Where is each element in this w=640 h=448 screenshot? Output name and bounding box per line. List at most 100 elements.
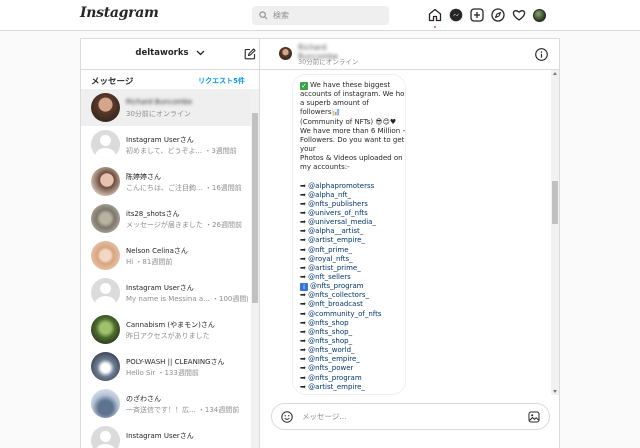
arrow-icon: ➡ bbox=[300, 254, 309, 263]
image-upload-icon[interactable] bbox=[528, 411, 540, 423]
messages-header: メッセージ リクエスト5件 bbox=[81, 70, 259, 88]
message-mention-link[interactable]: ➡ @community_of_nfts bbox=[300, 310, 400, 319]
compose-icon[interactable] bbox=[244, 48, 256, 60]
message-line-text: followers📊 bbox=[300, 108, 341, 117]
thread-avatar bbox=[91, 167, 120, 196]
messenger-icon[interactable] bbox=[449, 8, 463, 22]
arrow-icon: ➡ bbox=[300, 199, 309, 208]
message-line-text: @nfts_shop bbox=[308, 318, 349, 327]
message-mention-link[interactable]: ➡ @nfts_power bbox=[300, 364, 400, 373]
message-mention-link[interactable]: ➡ @nfts_publishers bbox=[300, 200, 400, 209]
heart-icon[interactable] bbox=[512, 8, 526, 22]
arrow-icon: ➡ bbox=[300, 327, 309, 336]
thread-name: Instagram Userさん bbox=[126, 432, 194, 440]
message-line-text: @nfts_world_ bbox=[308, 346, 355, 355]
scroll-up-arrow-icon[interactable] bbox=[553, 72, 557, 75]
message-mention-link[interactable]: ➡ @univers_of_nfts bbox=[300, 209, 400, 218]
message-line-text: @alphapromoterss bbox=[308, 181, 375, 190]
thread-name: its28_shotsさん bbox=[126, 210, 180, 218]
message-line-text: @nfts_collectors_ bbox=[308, 291, 369, 300]
message-mention-link[interactable]: ➡ @nft_prime_ bbox=[300, 246, 400, 255]
thread-item[interactable]: POLY-WASH || CLEANINGさん Hello Sir ・133週間… bbox=[81, 348, 251, 385]
search-input[interactable] bbox=[273, 11, 383, 20]
message-line-text: @community_of_nfts bbox=[308, 309, 382, 318]
account-name: deltaworks bbox=[135, 48, 189, 58]
message-mention-link[interactable]: ➡ @nfts_empire_ bbox=[300, 355, 400, 364]
thread-item[interactable]: Nelson Celinaさん Hi ・81週間前 bbox=[81, 237, 251, 274]
thread-avatar bbox=[91, 130, 120, 159]
message-mention-link[interactable]: ➡ @nfts_shop_ bbox=[300, 328, 400, 337]
thread-name: Richard Buncombe bbox=[126, 98, 193, 106]
scroll-down-arrow-icon[interactable] bbox=[553, 390, 557, 393]
contact-avatar[interactable] bbox=[279, 47, 292, 60]
arrow-icon: ➡ bbox=[300, 190, 309, 199]
message-mention-link[interactable]: ➡ @nfts_shop_ bbox=[300, 337, 400, 346]
thread-item[interactable]: 陈婷婷さん こんにちは、ご注目鉤... ・16週間前 bbox=[81, 163, 251, 200]
message-line-text: my accounts:- bbox=[300, 163, 350, 172]
instagram-logo[interactable]: Instagram bbox=[80, 5, 159, 21]
arrow-icon: ➡ bbox=[300, 263, 309, 272]
thread-preview: Hi ・81週間前 bbox=[126, 258, 173, 266]
thread-scrollbar[interactable] bbox=[251, 89, 259, 448]
conversation-pane: Richard Buncombe 30分前にオンライン ✓ We have the… bbox=[260, 39, 560, 448]
explore-icon[interactable] bbox=[491, 8, 505, 22]
message-mention-link[interactable]: ➡ @royal_nfts_ bbox=[300, 255, 400, 264]
thread-item[interactable]: Instagram Userさん bbox=[81, 422, 251, 448]
message-mention-link[interactable]: ➡ @nft_broadcast bbox=[300, 300, 400, 309]
conversation-scrollbar[interactable] bbox=[551, 70, 559, 395]
thread-item[interactable]: Instagram Userさん My name is Messina a...… bbox=[81, 274, 251, 311]
new-post-icon[interactable] bbox=[470, 8, 484, 22]
message-mention-link[interactable]: ➡ @nfts_world_ bbox=[300, 346, 400, 355]
arrow-icon: ➡ bbox=[300, 346, 309, 355]
thread-item[interactable]: Richard Buncombe 30分前にオンライン bbox=[81, 89, 251, 126]
arrow-icon: ➡ bbox=[300, 364, 309, 373]
message-text-line: Photos & Videos uploaded on bbox=[300, 154, 403, 163]
message-line-text: (Community of NFTs) 😎😊♥ bbox=[300, 117, 397, 126]
message-text-line: accounts of instagram. We hold bbox=[300, 90, 405, 99]
home-icon[interactable] bbox=[428, 8, 442, 28]
message-mention-link[interactable]: ➡ @nfts_shop bbox=[300, 319, 400, 328]
message-line-text: @nft_sellers bbox=[308, 272, 351, 281]
contact-name[interactable]: Richard Buncombe bbox=[298, 43, 362, 61]
message-mention-link[interactable]: ➡ @artist_prime_ bbox=[300, 264, 400, 273]
message-text-line: your bbox=[300, 145, 400, 154]
arrow-icon: ➡ bbox=[300, 382, 309, 391]
message-mention-link[interactable]: ➡ @artist_empire_ bbox=[300, 236, 400, 245]
message-mention-link[interactable]: ➡ @universal_media_ bbox=[300, 218, 400, 227]
requests-link[interactable]: リクエスト5件 bbox=[198, 76, 245, 86]
thread-item[interactable]: Cannabism (やまモン)さん 昨日アクセスがありました bbox=[81, 311, 251, 348]
thread-sidebar: deltaworks メッセージ リクエスト5件 Richard Buncomb… bbox=[81, 39, 260, 448]
contact-status: 30分前にオンライン bbox=[298, 58, 359, 66]
message-mention-link[interactable]: ➡ @alphapromoterss bbox=[300, 182, 400, 191]
scrollbar-thumb[interactable] bbox=[252, 113, 258, 303]
info-icon[interactable] bbox=[535, 48, 548, 61]
thread-preview: My name is Messina a... ・100週間前 bbox=[126, 295, 248, 303]
scrollbar-thumb[interactable] bbox=[552, 181, 558, 224]
account-switcher[interactable]: deltaworks bbox=[81, 48, 259, 58]
message-line-text: accounts of instagram. We hold bbox=[300, 90, 406, 99]
message-mention-link[interactable]: ➡ @nfts_collectors_ bbox=[300, 291, 400, 300]
message-input[interactable] bbox=[302, 412, 528, 421]
message-mention-link[interactable]: ➡ @alpha__artist_ bbox=[300, 227, 400, 236]
message-line-text: @alpha_nft_ bbox=[308, 190, 352, 199]
message-mention-link[interactable]: ➡ @artist_empire_ bbox=[300, 383, 400, 392]
message-line-text: @nfts_program bbox=[308, 373, 362, 382]
thread-item[interactable]: Instagram Userさん 初めまして、どうぞよ... ・3週間前 bbox=[81, 126, 251, 163]
message-line-text: @univers_of_nfts bbox=[308, 208, 368, 217]
search-box[interactable] bbox=[252, 6, 389, 25]
message-line-text: @nft_prime_ bbox=[308, 245, 353, 254]
thread-name: Instagram Userさん bbox=[126, 136, 194, 144]
active-indicator bbox=[434, 26, 436, 28]
chevron-down-icon bbox=[196, 50, 205, 55]
message-mention-link[interactable]: ➡ @alpha_nft_ bbox=[300, 191, 400, 200]
arrow-icon: ➡ bbox=[300, 245, 309, 254]
profile-avatar[interactable] bbox=[533, 8, 546, 22]
message-mention-link[interactable]: i @nfts_program bbox=[300, 282, 400, 292]
emoji-icon[interactable] bbox=[281, 410, 293, 423]
thread-item[interactable]: のざわさん 一斉送信です！！広... ・134週間前 bbox=[81, 385, 251, 422]
message-mention-link[interactable]: ➡ @nft_sellers bbox=[300, 273, 400, 282]
message-mention-link[interactable]: ➡ @nfts_program bbox=[300, 374, 400, 383]
thread-name: のざわさん bbox=[126, 395, 161, 403]
thread-item[interactable]: its28_shotsさん メッセージが届きました ・26週間前 bbox=[81, 200, 251, 237]
